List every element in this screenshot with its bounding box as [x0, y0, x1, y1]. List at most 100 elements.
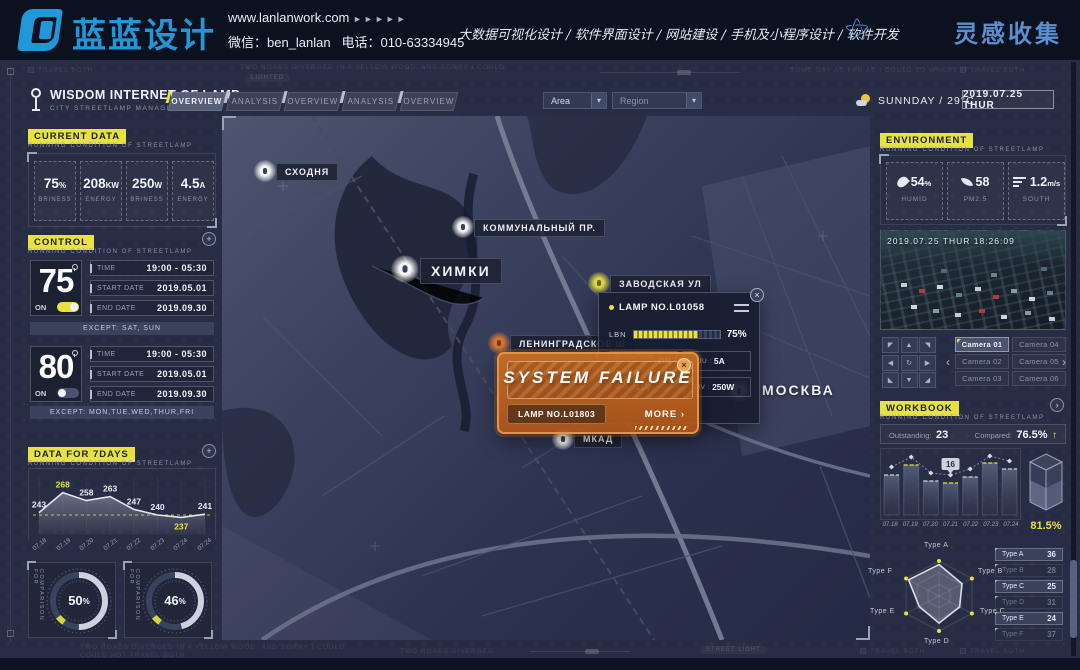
type-row-c[interactable]: Type C25 [995, 580, 1063, 593]
tab-overview-1[interactable]: OVERVIEW [168, 92, 227, 111]
lanlan-logo-icon [20, 9, 64, 51]
wind-icon [1013, 177, 1026, 187]
type-list: Type A36 Type B28 Type C25 Type D31 Type… [995, 548, 1063, 644]
start-date-row[interactable]: START DATE2019.05.01 [90, 366, 214, 382]
leaf-icon [960, 176, 972, 188]
deco-checkbox-travel: TRAVEL BOTH [960, 648, 1025, 655]
svg-text:258: 258 [79, 488, 93, 498]
camera-feed[interactable]: 2019.07.25 THUR 18:26:09 [880, 230, 1066, 330]
radar-axis-label: Type F [868, 568, 892, 575]
camera-button-04[interactable]: Camera 04 [1012, 337, 1066, 352]
lbn-percent: 75% [727, 329, 747, 340]
website-url[interactable]: www.lanlanwork.com [228, 10, 349, 25]
pan-up-right-icon[interactable]: ◥ [919, 337, 936, 353]
close-icon[interactable]: × [750, 288, 764, 302]
env-cell-wind: 1.2m/s SOUTH [1008, 162, 1065, 220]
pan-down-left-icon[interactable]: ◣ [882, 372, 899, 388]
rail-marker [7, 68, 14, 75]
type-row-e[interactable]: Type E24 [995, 612, 1063, 625]
pan-down-icon[interactable]: ▼ [901, 372, 918, 388]
map-label: МОСКВА [752, 378, 845, 402]
alert-more-button[interactable]: MORE › [637, 405, 693, 424]
website-link[interactable]: www.lanlanwork.com ►►►►► [228, 10, 408, 25]
tab-analysis-2[interactable]: ANALYSIS [342, 92, 401, 111]
workbook-badge: WORKBOOK [880, 401, 959, 416]
sliders-icon[interactable] [734, 304, 749, 312]
camera-timestamp: 2019.07.25 THUR 18:26:09 [887, 236, 1015, 246]
radar-axis-label: Type D [924, 638, 949, 645]
schedule-toggle[interactable] [57, 388, 79, 398]
pan-left-icon[interactable]: ◀ [882, 355, 899, 371]
camera-next-icon[interactable]: › [1060, 352, 1068, 372]
map-pin-skhodnya[interactable] [254, 160, 276, 182]
camera-button-01[interactable]: Camera 01 [955, 337, 1009, 352]
refresh-icon[interactable]: ↻ [901, 355, 918, 371]
workbook-x-tick: 07.22 [961, 522, 981, 528]
deco-quote: SOME DAY AS FAR AS I COULD TO WHERE IT [790, 67, 969, 74]
gauge-value: 50% [42, 563, 116, 637]
type-row-f[interactable]: Type F37 [995, 628, 1063, 641]
tab-analysis-1[interactable]: ANALYSIS [226, 92, 285, 111]
workbook-x-tick: 07.19 [900, 522, 920, 528]
pan-down-right-icon[interactable]: ◢ [919, 372, 936, 388]
except-bar: EXCEPT: SAT, SUN [30, 322, 214, 335]
close-icon[interactable]: × [677, 358, 691, 372]
cube-percent: 81.5% [1022, 520, 1070, 532]
area-select[interactable]: Area▾ [543, 92, 607, 109]
svg-text:237: 237 [174, 521, 188, 531]
pan-up-left-icon[interactable]: ◤ [882, 337, 899, 353]
week-badge: DATA FOR 7DAYS [28, 447, 135, 462]
type-row-d[interactable]: Type D31 [995, 596, 1063, 609]
contact-info: 微信：ben_lanlan 电话：010-63334945 [228, 32, 464, 51]
type-row-a[interactable]: Type A36 [995, 548, 1063, 561]
chevron-down-icon[interactable]: ▾ [591, 93, 606, 108]
pan-up-icon[interactable]: ▲ [901, 337, 918, 353]
week-add-button[interactable]: + [202, 444, 216, 458]
deco-quote: TWO ROADS DIVERGED [400, 648, 494, 655]
map-pin-khimki[interactable] [391, 255, 419, 283]
map-label[interactable]: ЗАВОДСКАЯ УЛ [610, 275, 711, 293]
deco-slider [530, 651, 630, 652]
alert-lamp-id: LAMP NO.L01803 [507, 404, 606, 424]
camera-button-06[interactable]: Camera 06 [1012, 371, 1066, 386]
camera-button-05[interactable]: Camera 05 [1012, 354, 1066, 369]
map-pin-kommunalny[interactable] [452, 216, 474, 238]
radar-axis-label: Type A [924, 542, 948, 549]
start-date-row[interactable]: START DATE2019.05.01 [90, 280, 214, 296]
end-date-row[interactable]: END DATE2019.09.30 [90, 300, 214, 316]
end-date-row[interactable]: END DATE2019.09.30 [90, 386, 214, 402]
type-row-b[interactable]: Type B28 [995, 564, 1063, 577]
tab-overview-2[interactable]: OVERVIEW [284, 92, 343, 111]
environment-subtitle: RUNNING CONDITION OF STREETLAMP [880, 147, 1045, 153]
control-subtitle: RUNNING CONDITION OF STREETLAMP [28, 249, 193, 255]
tab-overview-3[interactable]: OVERVIEW [400, 92, 459, 111]
map-label[interactable]: ХИМКИ [420, 258, 502, 284]
deco-quote: TWO ROADS DIVERGED IN A YELLOW WOOD, AND… [80, 644, 345, 651]
map-label[interactable]: КОММУНАЛЬНЫЙ ПР. [474, 219, 605, 237]
seven-day-chart-svg: 243268258263247240237241 [29, 469, 215, 539]
control-add-button[interactable]: + [202, 232, 216, 246]
camera-button-02[interactable]: Camera 02 [955, 354, 1009, 369]
left-rail [10, 66, 11, 642]
schedule-toggle[interactable] [57, 302, 79, 312]
camera-button-03[interactable]: Camera 03 [955, 371, 1009, 386]
map-label[interactable]: СХОДНЯ [276, 163, 338, 181]
time-row[interactable]: TIME19:00 - 05:30 [90, 346, 214, 362]
footer-strip [0, 658, 1080, 670]
camera-dpad: ◤ ▲ ◥ ◀ ↻ ▶ ◣ ▼ ◢ [882, 337, 937, 390]
weather-widget: SUNNDAY / 29°C [856, 92, 975, 109]
deco-checkbox-travel: TRAVEL BOTH [860, 648, 925, 655]
region-select[interactable]: Region▾ [612, 92, 702, 109]
camera-prev-icon[interactable]: ‹ [944, 352, 952, 372]
time-row[interactable]: TIME19:00 - 05:30 [90, 260, 214, 276]
phone-number: 电话：010-63334945 [341, 35, 464, 50]
rail-marker [7, 630, 14, 637]
pan-right-icon[interactable]: ▶ [919, 355, 936, 371]
map-pin-zavodskaya[interactable] [588, 272, 610, 294]
chevron-down-icon[interactable]: ▾ [686, 93, 701, 108]
map-pin-leningradskoe[interactable] [488, 332, 510, 354]
deco-slider [600, 72, 740, 73]
alert-title: SYSTEM FAILURE [499, 368, 697, 388]
scrollbar-thumb[interactable] [1070, 560, 1077, 638]
workbook-next-button[interactable]: › [1050, 398, 1064, 412]
